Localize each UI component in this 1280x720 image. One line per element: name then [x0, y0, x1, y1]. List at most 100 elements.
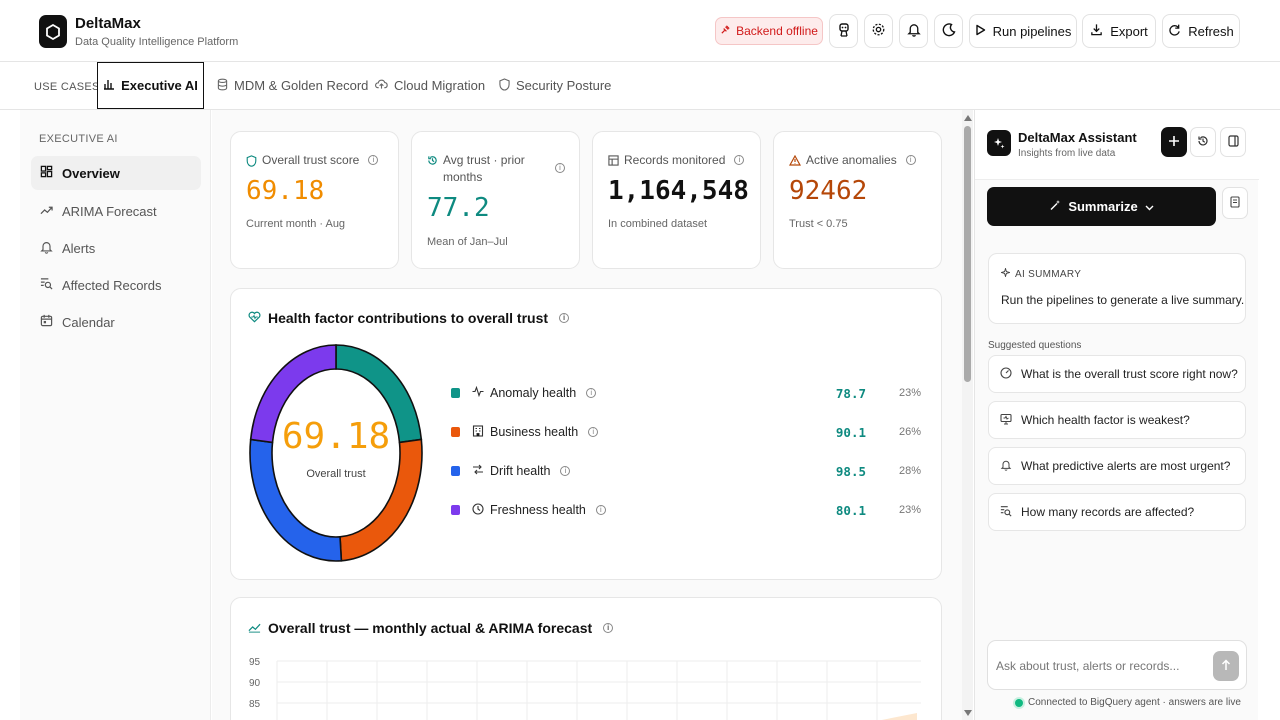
forecast-title: Overall trust — monthly actual & ARIMA f…: [248, 620, 614, 636]
info-icon[interactable]: i: [588, 427, 599, 437]
kpi-card-records-monitored: Records monitored i 1,164,548 In combine…: [592, 131, 761, 269]
tab-label: Cloud Migration: [394, 78, 486, 93]
new-chat-button[interactable]: [1161, 127, 1187, 157]
use-cases-label: USE CASES: [34, 81, 100, 93]
donut-slice-business-health[interactable]: [339, 438, 423, 562]
sidebar-item-affected-records[interactable]: Affected Records: [31, 268, 201, 302]
info-icon[interactable]: i: [734, 155, 745, 165]
y-tick-label: 90: [249, 678, 261, 689]
kpi-card-avg-trust: Avg trust · prior months i 77.2 Mean of …: [411, 131, 580, 269]
send-button[interactable]: [1213, 651, 1239, 681]
notifications-button[interactable]: [899, 14, 928, 48]
sidebar-item-alerts[interactable]: Alerts: [31, 231, 201, 265]
suggested-question[interactable]: Which health factor is weakest?: [988, 401, 1246, 439]
app-logo: [39, 15, 67, 48]
sparkle-icon: [999, 266, 1012, 280]
legend-percent: 28%: [898, 465, 921, 477]
history-button[interactable]: [1190, 127, 1216, 157]
document-icon: [1230, 195, 1240, 211]
kpi-label-text: Active anomalies: [806, 153, 897, 167]
cloud-upload-icon: [375, 78, 388, 93]
donut-slice-drift-health[interactable]: [249, 438, 343, 562]
legend-name: Freshness health i: [472, 502, 772, 518]
export-button[interactable]: Export: [1082, 14, 1156, 48]
settings-button[interactable]: [864, 14, 893, 48]
info-icon[interactable]: i: [905, 155, 916, 165]
suggested-question[interactable]: What predictive alerts are most urgent?: [988, 447, 1246, 485]
robot-button[interactable]: [829, 14, 858, 48]
shield-icon: [246, 152, 257, 172]
scroll-up-icon[interactable]: [964, 115, 972, 121]
kpi-label-text: Overall trust score: [262, 153, 360, 167]
main-content: Overall trust score i 69.18 Current mont…: [212, 110, 962, 720]
sidebar-item-arima-forecast[interactable]: ARIMA Forecast: [31, 194, 201, 228]
use-cases-bar: USE CASES Executive AI MDM & Golden Reco…: [0, 62, 1280, 110]
legend-swatch: [451, 466, 460, 476]
summary-format-button[interactable]: [1222, 187, 1248, 219]
chevron-down-icon: [1145, 199, 1154, 214]
tab-executive-ai[interactable]: Executive AI: [97, 62, 204, 109]
sidebar-item-label: Calendar: [62, 314, 115, 330]
collapse-panel-button[interactable]: [1220, 127, 1246, 157]
connection-status-text: Connected to BigQuery agent · answers ar…: [1028, 697, 1241, 708]
y-tick-label: 95: [249, 657, 261, 668]
scroll-down-icon[interactable]: [964, 710, 972, 716]
kpi-card-overall-trust: Overall trust score i 69.18 Current mont…: [230, 131, 399, 269]
status-dot-icon: [1015, 698, 1023, 707]
suggested-question[interactable]: How many records are affected?: [988, 493, 1246, 531]
kpi-label-text: Avg trust · prior months: [443, 153, 525, 184]
panel-icon: [1227, 134, 1239, 150]
info-icon[interactable]: i: [586, 388, 597, 398]
plus-icon: [1168, 135, 1180, 150]
refresh-label: Refresh: [1188, 23, 1234, 39]
wand-icon: [1049, 199, 1061, 214]
legend-value: 80.1: [835, 502, 866, 518]
kpi-card-active-anomalies: Active anomalies i 92462 Trust < 0.75: [773, 131, 942, 269]
run-pipelines-button[interactable]: Run pipelines: [969, 14, 1077, 48]
arrow-up-icon: [1221, 658, 1231, 674]
assistant-subtitle: Insights from live data: [1018, 148, 1116, 159]
warning-icon: [788, 152, 802, 171]
bell-icon: [1000, 459, 1012, 474]
robot-icon: [837, 22, 851, 41]
heart-pulse-icon: [248, 310, 261, 326]
refresh-button[interactable]: Refresh: [1162, 14, 1240, 48]
app-name: DeltaMax: [75, 15, 141, 32]
y-tick-label: 85: [249, 699, 261, 710]
kpi-label: Avg trust · prior months: [427, 152, 567, 186]
info-icon[interactable]: i: [603, 623, 614, 633]
scroll-thumb[interactable]: [964, 126, 971, 382]
sidebar-item-calendar[interactable]: Calendar: [31, 305, 201, 339]
info-icon[interactable]: i: [595, 505, 606, 515]
info-icon[interactable]: i: [555, 163, 565, 173]
sparkles-icon: [987, 130, 1011, 156]
play-icon: [975, 24, 986, 39]
summarize-button[interactable]: Summarize: [987, 187, 1216, 226]
suggested-question[interactable]: What is the overall trust score right no…: [988, 355, 1246, 393]
sidebar-item-label: Affected Records: [62, 277, 162, 293]
tab-security-posture[interactable]: Security Posture: [499, 62, 611, 109]
bell-icon: [906, 22, 921, 40]
legend-label: Drift health: [490, 464, 551, 478]
legend-name: Drift health i: [472, 464, 772, 478]
tab-mdm-golden-record[interactable]: MDM & Golden Record: [217, 62, 368, 109]
refresh-icon: [1168, 23, 1181, 39]
download-icon: [1090, 23, 1103, 39]
sidebar-item-label: ARIMA Forecast: [62, 203, 157, 219]
theme-toggle-button[interactable]: [934, 14, 963, 48]
legend-name: Anomaly health i: [472, 385, 772, 400]
bell-icon: [40, 240, 53, 257]
kpi-label-text: Records monitored: [624, 153, 726, 167]
tab-label: Security Posture: [516, 78, 612, 93]
main-scrollbar[interactable]: [962, 110, 973, 720]
info-icon[interactable]: i: [559, 313, 570, 323]
info-icon[interactable]: i: [560, 466, 571, 476]
tab-cloud-migration[interactable]: Cloud Migration: [375, 62, 485, 109]
sidebar-item-overview[interactable]: Overview: [31, 156, 201, 190]
info-icon[interactable]: i: [368, 155, 379, 165]
chat-input[interactable]: [996, 656, 1206, 676]
grid-icon: [40, 165, 53, 181]
donut-center-label: Overall trust: [306, 468, 366, 480]
assistant-panel: DeltaMax Assistant Insights from live da…: [974, 110, 1259, 720]
kpi-label: Records monitored i: [608, 152, 745, 171]
